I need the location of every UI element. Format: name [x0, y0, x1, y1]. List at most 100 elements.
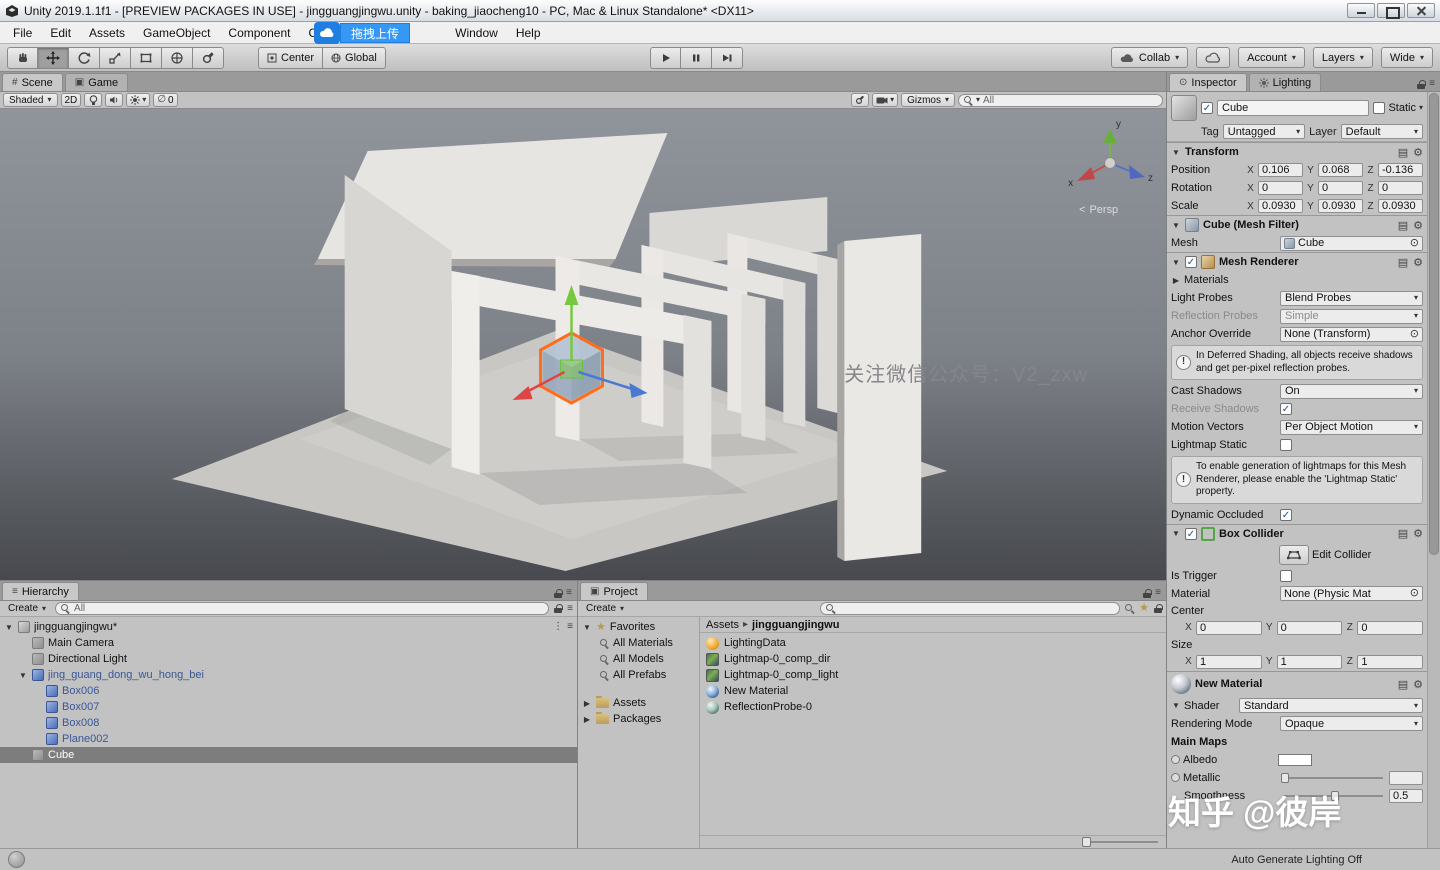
mesh-renderer-header[interactable]: ▼ ✓ Mesh Renderer ▤ ⚙: [1167, 252, 1427, 271]
hierarchy-item-directional-light[interactable]: Directional Light: [0, 651, 577, 667]
panel-menu-icon[interactable]: ≡: [566, 588, 572, 598]
favorite-all-materials[interactable]: All Materials: [578, 635, 699, 651]
hierarchy-item-main-camera[interactable]: Main Camera: [0, 635, 577, 651]
scale-tool-button[interactable]: [100, 46, 131, 69]
smoothness-value-field[interactable]: 0.5: [1389, 788, 1423, 803]
search-by-type-icon[interactable]: [1125, 604, 1134, 613]
upload-overlay-label[interactable]: 拖拽上传: [340, 23, 411, 43]
cloud-services-button[interactable]: [1196, 47, 1231, 68]
scene-viewport[interactable]: y x z < Persp 关注微信公众号：V2_zxw: [0, 109, 1166, 580]
receive-shadows-checkbox[interactable]: ✓: [1280, 403, 1292, 415]
dots-icon[interactable]: ⋮: [553, 622, 563, 632]
foldout-icon[interactable]: ▼: [582, 623, 592, 632]
edit-collider-button[interactable]: [1279, 544, 1309, 565]
breadcrumb-root[interactable]: Assets: [706, 619, 739, 631]
search-by-label-icon[interactable]: ★: [1139, 603, 1149, 614]
close-button[interactable]: [1407, 3, 1435, 18]
tab-project[interactable]: ▣ Project: [580, 582, 648, 600]
panel-menu-icon[interactable]: ≡: [567, 603, 573, 614]
scene-effects-dropdown[interactable]: ▾: [126, 93, 151, 107]
gizmos-dropdown[interactable]: Gizmos ▾: [901, 93, 955, 107]
foldout-icon[interactable]: ▶: [1171, 276, 1181, 285]
hierarchy-item-box006[interactable]: Box006: [0, 683, 577, 699]
mesh-filter-header[interactable]: ▼ Cube (Mesh Filter) ▤ ⚙: [1167, 215, 1427, 234]
size-z-field[interactable]: 1: [1357, 654, 1424, 669]
light-probes-dropdown[interactable]: Blend Probes ▾: [1280, 290, 1423, 306]
static-checkbox[interactable]: [1373, 102, 1386, 114]
box-collider-enabled-checkbox[interactable]: ✓: [1185, 527, 1197, 540]
panel-menu-icon[interactable]: ≡: [1155, 588, 1161, 598]
space-toggle-button[interactable]: Global: [322, 46, 386, 69]
physic-material-field[interactable]: None (Physic Mat ⊙: [1280, 586, 1423, 601]
texture-picker-icon[interactable]: [1171, 773, 1180, 782]
panel-menu-icon[interactable]: ≡: [1429, 79, 1435, 89]
zoom-slider-thumb[interactable]: [1082, 837, 1091, 847]
help-icon[interactable]: ▤: [1398, 678, 1408, 691]
hierarchy-item-cube-selected[interactable]: Cube: [0, 747, 577, 763]
object-picker-icon[interactable]: ⊙: [1410, 237, 1419, 249]
is-trigger-checkbox[interactable]: [1280, 569, 1292, 582]
hidden-objects-toggle[interactable]: ∅ 0: [153, 93, 178, 107]
step-button[interactable]: [712, 47, 743, 69]
scene-search-input[interactable]: ▾ All: [958, 93, 1163, 107]
foldout-icon[interactable]: ▼: [1171, 258, 1181, 267]
object-picker-icon[interactable]: ⊙: [1410, 588, 1419, 599]
help-icon[interactable]: ▤: [1398, 256, 1408, 269]
hierarchy-item-scene[interactable]: ▼ jingguangjingwu* ⋮ ≡: [0, 619, 577, 635]
lock-icon[interactable]: [1417, 79, 1426, 89]
favorites-root[interactable]: ▼ ★ Favorites: [578, 619, 699, 635]
smoothness-slider-thumb[interactable]: [1331, 790, 1339, 801]
center-x-field[interactable]: 0: [1196, 620, 1262, 635]
size-x-field[interactable]: 1: [1196, 654, 1262, 669]
position-x-field[interactable]: 0.106: [1258, 163, 1303, 177]
help-icon[interactable]: ▤: [1398, 219, 1408, 232]
mesh-object-field[interactable]: Cube ⊙: [1280, 235, 1423, 251]
menu-icon[interactable]: ≡: [567, 622, 573, 632]
tab-inspector[interactable]: ⊙ Inspector: [1169, 73, 1247, 91]
rendering-mode-dropdown[interactable]: Opaque ▾: [1280, 716, 1423, 731]
menu-gameobject[interactable]: GameObject: [134, 22, 219, 43]
size-y-field[interactable]: 1: [1276, 654, 1343, 669]
center-z-field[interactable]: 0: [1357, 620, 1424, 635]
favorite-all-models[interactable]: All Models: [578, 651, 699, 667]
tab-game[interactable]: ▣ Game: [64, 73, 129, 91]
reflection-probes-dropdown[interactable]: Simple ▾: [1280, 308, 1423, 324]
gear-icon[interactable]: ⚙: [1413, 678, 1423, 691]
account-dropdown[interactable]: Account ▾: [1238, 47, 1305, 68]
scale-x-field[interactable]: 0.0930: [1258, 199, 1303, 213]
maximize-button[interactable]: [1377, 3, 1405, 19]
scale-y-field[interactable]: 0.0930: [1318, 199, 1363, 213]
breadcrumb-current[interactable]: jingguangjingwu: [752, 619, 839, 631]
albedo-color-swatch[interactable]: [1278, 753, 1312, 766]
transform-header[interactable]: ▼ Transform ▤ ⚙: [1167, 142, 1427, 161]
foldout-icon[interactable]: ▶: [582, 715, 592, 724]
layers-dropdown[interactable]: Layers ▾: [1312, 47, 1373, 68]
foldout-icon[interactable]: ▼: [1171, 529, 1181, 538]
hierarchy-item-box008[interactable]: Box008: [0, 715, 577, 731]
move-tool-button[interactable]: [38, 46, 69, 69]
gear-icon[interactable]: ⚙: [1413, 527, 1423, 540]
camera-settings-dropdown[interactable]: ▾: [872, 93, 899, 107]
metallic-value-field[interactable]: [1389, 770, 1423, 785]
thumbnail-zoom-slider[interactable]: [1082, 837, 1158, 847]
lock-icon[interactable]: [1154, 604, 1163, 613]
help-icon[interactable]: ▤: [1398, 146, 1408, 159]
menu-edit[interactable]: Edit: [41, 22, 80, 43]
menu-component[interactable]: Component: [219, 22, 299, 43]
upload-overlay[interactable]: 拖拽上传: [314, 22, 411, 44]
texture-picker-icon[interactable]: [1171, 755, 1180, 764]
collab-dropdown[interactable]: Collab ▾: [1110, 47, 1189, 68]
rect-tool-button[interactable]: [131, 46, 162, 69]
menu-window[interactable]: Window: [446, 22, 507, 43]
gear-icon[interactable]: ⚙: [1413, 256, 1423, 269]
materials-foldout-row[interactable]: ▶ Materials: [1167, 271, 1427, 289]
foldout-icon[interactable]: ▼: [1171, 221, 1181, 230]
hand-tool-button[interactable]: [7, 46, 38, 69]
rotation-x-field[interactable]: 0: [1258, 181, 1303, 195]
file-lightingdata[interactable]: LightingData: [700, 635, 1166, 651]
foldout-icon[interactable]: ▶: [582, 699, 592, 708]
favorite-all-prefabs[interactable]: All Prefabs: [578, 667, 699, 683]
scene-tools-button[interactable]: [851, 93, 870, 107]
rotation-y-field[interactable]: 0: [1318, 181, 1363, 195]
foldout-icon[interactable]: ▼: [1171, 148, 1181, 157]
